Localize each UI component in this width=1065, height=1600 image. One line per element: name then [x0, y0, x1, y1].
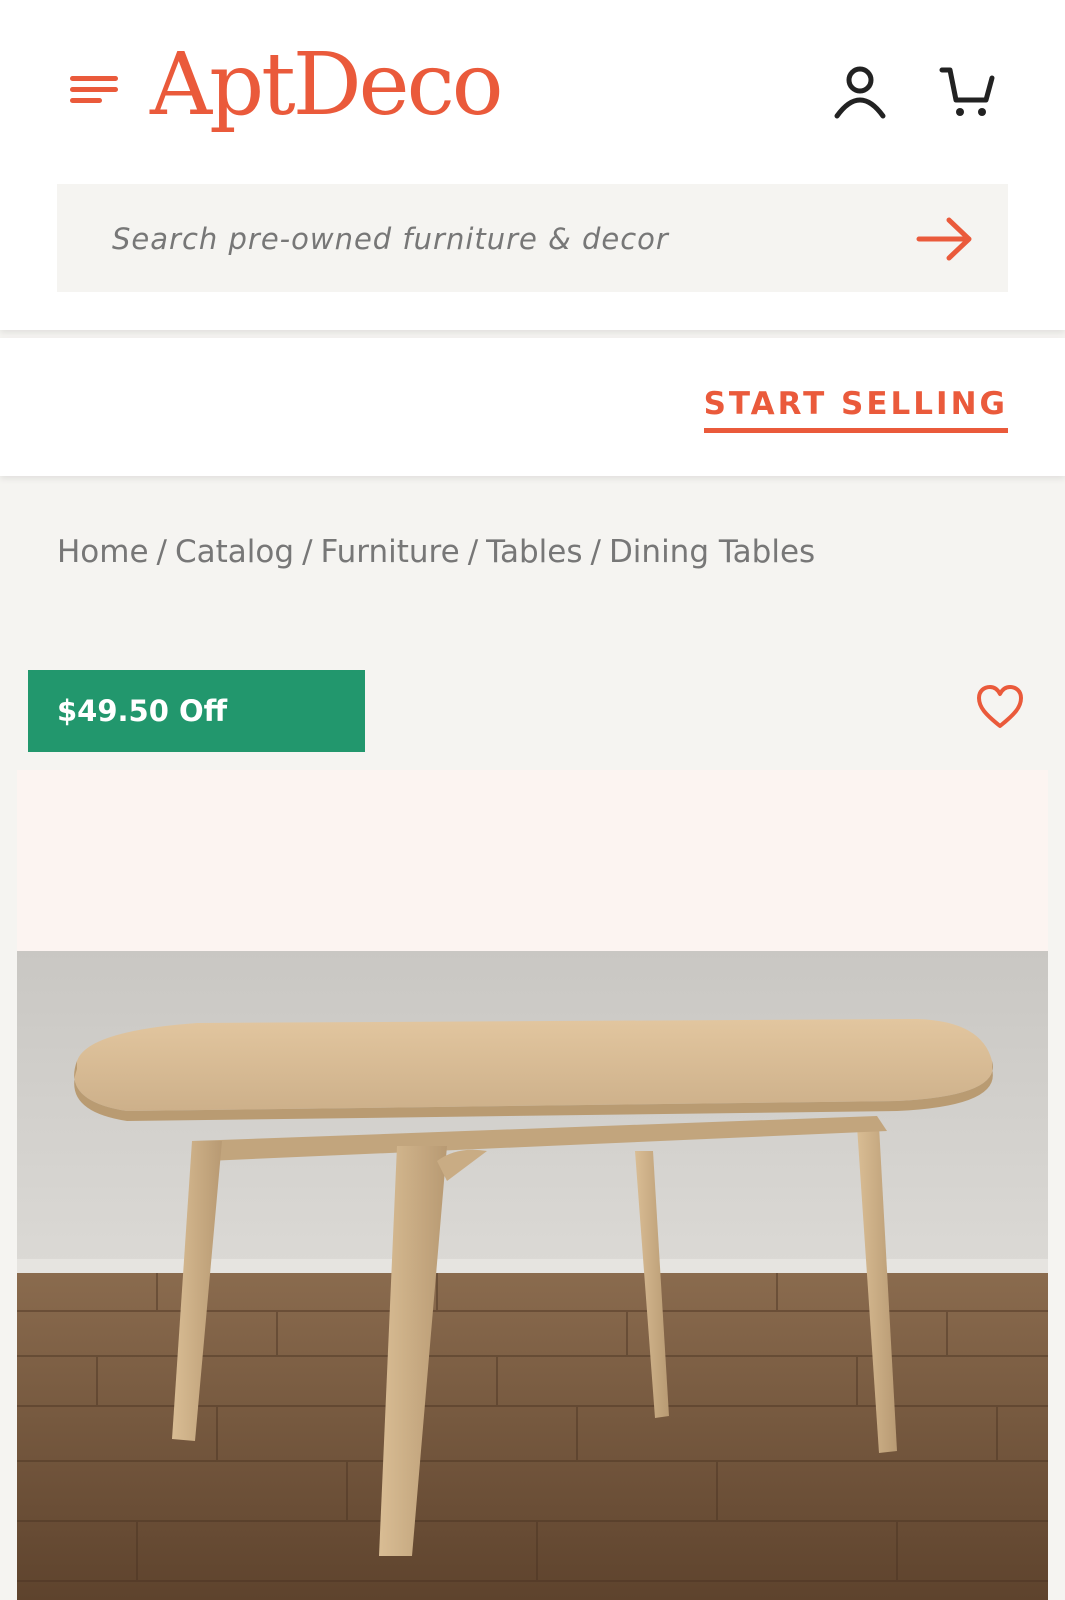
- heart-icon[interactable]: [975, 684, 1025, 730]
- breadcrumb-tables[interactable]: Tables: [486, 534, 582, 570]
- cart-icon[interactable]: [938, 62, 998, 122]
- breadcrumb-separator: /: [156, 534, 167, 570]
- search-box: [57, 184, 1008, 292]
- aptdeco-logo[interactable]: AptDeco: [150, 30, 504, 140]
- product-image[interactable]: [17, 951, 1048, 1600]
- breadcrumb-separator: /: [590, 534, 601, 570]
- breadcrumb-furniture[interactable]: Furniture: [321, 534, 460, 570]
- delivery-promo-badge: $49.50 Off Delivery: [28, 670, 365, 810]
- user-icon[interactable]: [830, 62, 890, 122]
- arrow-right-icon[interactable]: [915, 214, 975, 264]
- hamburger-menu-icon[interactable]: [70, 72, 122, 108]
- breadcrumb: Home / Catalog / Furniture / Tables / Dining Tab…: [57, 534, 815, 570]
- breadcrumb-separator: /: [467, 534, 479, 570]
- breadcrumb-catalog[interactable]: Catalog: [175, 534, 294, 570]
- start-selling-link[interactable]: START SELLING: [703, 386, 1008, 433]
- sell-bar: START SELLING: [0, 338, 1065, 476]
- search-input[interactable]: [112, 214, 872, 264]
- breadcrumb-home[interactable]: Home: [57, 534, 149, 570]
- breadcrumb-separator: /: [302, 534, 313, 570]
- site-header: AptDeco: [0, 0, 1065, 330]
- product-image-area: [17, 770, 1048, 1600]
- breadcrumb-dining-tables[interactable]: Dining Tables: [609, 534, 815, 570]
